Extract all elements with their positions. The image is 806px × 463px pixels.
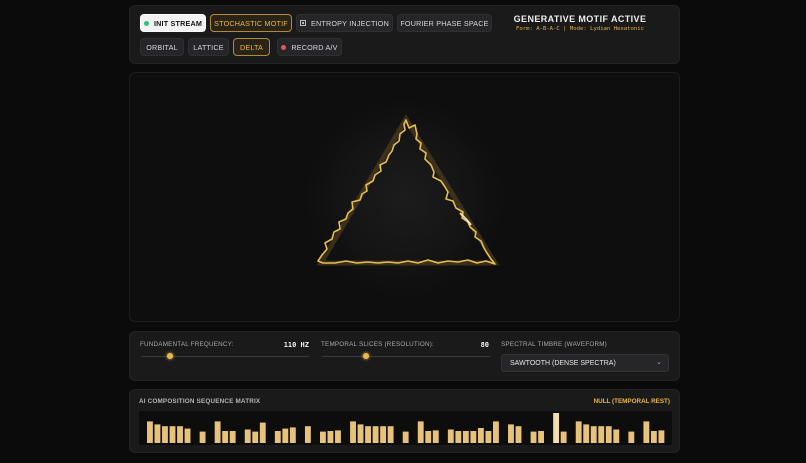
init-stream-label: INIT STREAM: [153, 18, 203, 28]
stochastic-motif-button[interactable]: STOCHASTIC MOTIF: [210, 14, 292, 32]
sequence-step-bar[interactable]: [508, 424, 514, 443]
sequence-step-bar[interactable]: [244, 429, 251, 444]
sequence-step-bar[interactable]: [658, 430, 665, 443]
sequence-step-bar[interactable]: [515, 426, 522, 443]
sequence-step-bar[interactable]: [560, 431, 567, 443]
slices-slider-track[interactable]: [322, 356, 490, 357]
timbre-value: SAWTOOTH (DENSE SPECTRA): [510, 359, 616, 367]
sequence-step-bar[interactable]: [455, 431, 462, 443]
sequence-step-bar[interactable]: [169, 426, 176, 443]
delta-label: DELTA: [239, 42, 264, 52]
sequence-step-bar[interactable]: [147, 421, 153, 443]
sequence-step-bar[interactable]: [229, 431, 236, 443]
sequence-step-bar[interactable]: [380, 426, 387, 443]
sequence-step-bar[interactable]: [289, 427, 296, 443]
sequence-step-bar[interactable]: [530, 431, 537, 443]
sequence-step-bar[interactable]: [575, 421, 582, 443]
sequence-step-bar[interactable]: [259, 422, 266, 443]
control-toolbar: INIT STREAM STOCHASTIC MOTIF ENTROPY INJ…: [129, 5, 680, 64]
sequence-step-bar[interactable]: [643, 421, 650, 443]
status-title: GENERATIVE MOTIF ACTIVE: [513, 14, 647, 24]
record-dot-icon: [281, 44, 287, 50]
sequence-step-bar[interactable]: [650, 431, 657, 443]
sequence-step-bar[interactable]: [613, 429, 620, 444]
sequence-step-bar[interactable]: [583, 424, 590, 443]
sequence-step-bar[interactable]: [402, 431, 409, 443]
sequence-step-bar[interactable]: [470, 431, 477, 443]
sequence-step-bar[interactable]: [538, 431, 544, 443]
sequence-step-bar[interactable]: [598, 426, 605, 443]
synthesis-controls: FUNDAMENTAL FREQUENCY: 110 HZ TEMPORAL S…: [129, 331, 680, 381]
record-av-button[interactable]: RECORD A/V: [277, 38, 342, 56]
orbital-button[interactable]: ORBITAL: [140, 38, 184, 56]
sequence-step-bar[interactable]: [304, 426, 311, 443]
sequence-status: NULL (TEMPORAL REST): [593, 398, 670, 405]
sequence-step-bar[interactable]: [387, 426, 394, 443]
sequence-step-bar[interactable]: [184, 428, 191, 443]
status-subtitle: Form: A-B-A-C | Mode: Lydian Hexatonic: [516, 26, 644, 32]
sequence-step-bar[interactable]: [425, 431, 432, 443]
sequence-step-bar[interactable]: [477, 428, 484, 443]
sequence-step-bar[interactable]: [605, 426, 612, 443]
init-stream-button[interactable]: INIT STREAM: [140, 14, 206, 32]
slices-slider-thumb[interactable]: [362, 353, 369, 359]
sequence-step-bar[interactable]: [177, 426, 183, 443]
sequence-step-bar[interactable]: [357, 424, 364, 443]
timbre-label: SPECTRAL TIMBRE (WAVEFORM): [501, 341, 607, 348]
sequence-bars: [147, 413, 665, 444]
sequence-step-bar[interactable]: [432, 430, 439, 443]
stochastic-motif-label: STOCHASTIC MOTIF: [214, 18, 288, 28]
delta-waveform-visual: [293, 86, 517, 310]
status-dot-icon: [143, 20, 149, 26]
entropy-injection-button[interactable]: ENTROPY INJECTION: [296, 14, 393, 32]
sequence-step-bar[interactable]: [252, 431, 259, 443]
delta-button[interactable]: DELTA: [233, 38, 270, 56]
lattice-button[interactable]: LATTICE: [188, 38, 229, 56]
chevron-down-icon: ⌄: [656, 359, 662, 366]
sequence-step-bar[interactable]: [335, 430, 341, 443]
sequence-step-bar[interactable]: [417, 421, 424, 443]
sequence-step-bar[interactable]: [447, 429, 454, 444]
frequency-slider-thumb[interactable]: [166, 353, 173, 359]
sequence-step-bar[interactable]: [320, 431, 326, 443]
sequence-step-bar[interactable]: [462, 431, 469, 443]
sequence-step-bar[interactable]: [350, 421, 356, 443]
fourier-phase-space-label: FOURIER PHASE SPACE: [400, 18, 489, 28]
slices-label: TEMPORAL SLICES (RESOLUTION):: [321, 341, 434, 348]
frequency-value: 110 HZ: [283, 341, 309, 349]
sequence-matrix-title: AI COMPOSITION SEQUENCE MATRIX: [139, 398, 261, 405]
orbital-label: ORBITAL: [146, 42, 178, 52]
sequence-step-bar[interactable]: [162, 426, 168, 443]
sequence-step-bar[interactable]: [553, 413, 560, 443]
timbre-select[interactable]: SAWTOOTH (DENSE SPECTRA) ⌄: [501, 354, 669, 372]
slices-value: 80: [480, 341, 489, 349]
frequency-label: FUNDAMENTAL FREQUENCY:: [140, 341, 234, 348]
sequence-step-bar[interactable]: [493, 421, 499, 443]
sequence-step-bar[interactable]: [628, 431, 635, 443]
sequence-step-bar[interactable]: [222, 431, 229, 443]
sequence-step-bar[interactable]: [214, 421, 221, 443]
sequence-step-bar[interactable]: [154, 424, 161, 443]
sequence-step-bar[interactable]: [199, 431, 206, 443]
sequence-step-bar[interactable]: [365, 426, 371, 443]
entropy-injection-label: ENTROPY INJECTION: [311, 18, 389, 28]
sequence-step-bar[interactable]: [372, 426, 379, 443]
visualization-canvas[interactable]: [129, 72, 680, 322]
record-av-label: RECORD A/V: [291, 42, 338, 52]
square-icon: [300, 20, 307, 26]
sequence-matrix[interactable]: [139, 411, 672, 445]
sequence-step-bar[interactable]: [590, 426, 597, 443]
fourier-phase-space-button[interactable]: FOURIER PHASE SPACE: [397, 14, 492, 32]
sequence-step-bar[interactable]: [282, 428, 289, 443]
sequence-step-bar[interactable]: [274, 431, 281, 443]
lattice-label: LATTICE: [193, 42, 224, 52]
sequence-step-bar[interactable]: [327, 431, 334, 443]
sequence-matrix-panel: AI COMPOSITION SEQUENCE MATRIX NULL (TEM…: [129, 389, 680, 453]
sequence-step-bar[interactable]: [485, 431, 492, 443]
